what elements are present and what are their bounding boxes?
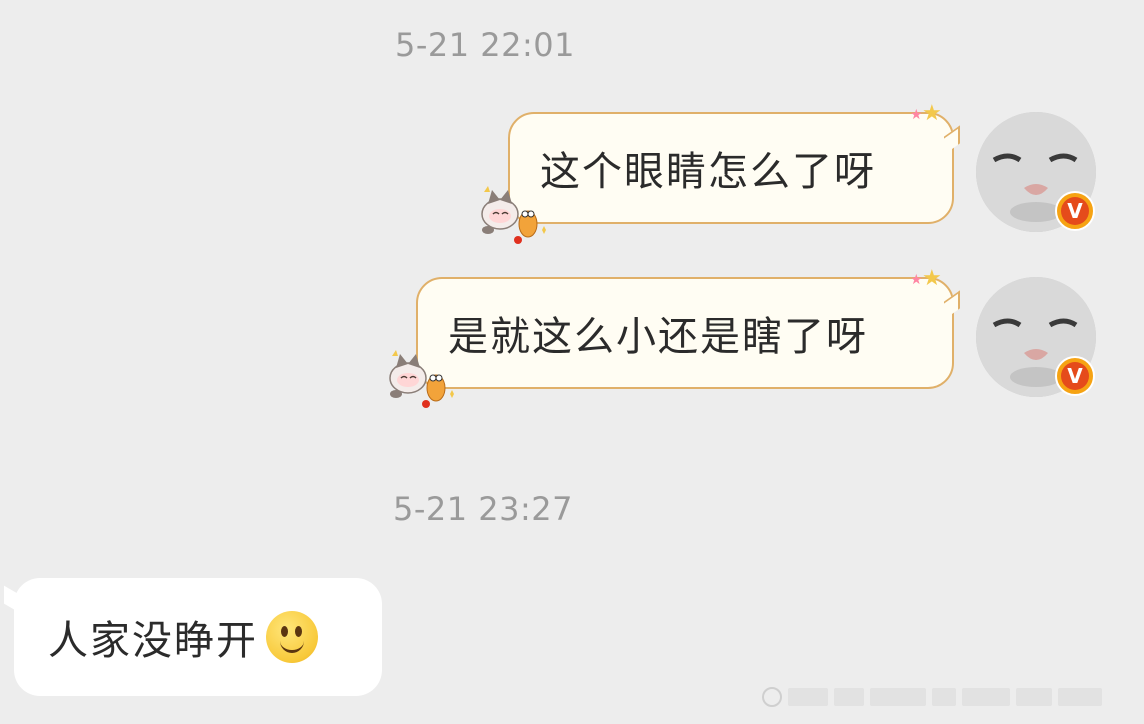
redacted-ring-icon bbox=[762, 687, 782, 707]
verified-badge: V bbox=[1055, 356, 1095, 396]
star-icon: ★ bbox=[910, 272, 923, 288]
outgoing-message-bubble[interactable]: 这个眼睛怎么了呀 bbox=[508, 112, 954, 224]
timestamp: 5-21 22:01 bbox=[395, 26, 576, 64]
cat-sticker-icon bbox=[481, 186, 546, 244]
message-text: 人家没睁开 bbox=[48, 618, 258, 664]
timestamp: 5-21 23:27 bbox=[393, 490, 574, 528]
verified-badge: V bbox=[1055, 191, 1095, 231]
incoming-message-bubble[interactable]: 人家没睁开 bbox=[14, 578, 382, 696]
cat-sticker-icon bbox=[389, 350, 454, 408]
star-icon: ★ bbox=[922, 266, 942, 291]
verified-v-icon: V bbox=[1061, 362, 1089, 390]
redacted-watermark bbox=[762, 684, 1132, 710]
star-icon: ★ bbox=[922, 101, 942, 126]
star-icon: ★ bbox=[910, 107, 923, 123]
outgoing-message-bubble[interactable]: 是就这么小还是瞎了呀 bbox=[416, 277, 954, 389]
verified-v-icon: V bbox=[1061, 197, 1089, 225]
smile-emoji-icon bbox=[266, 611, 318, 663]
message-text: 这个眼睛怎么了呀 bbox=[540, 149, 876, 195]
message-text: 是就这么小还是瞎了呀 bbox=[448, 314, 868, 360]
